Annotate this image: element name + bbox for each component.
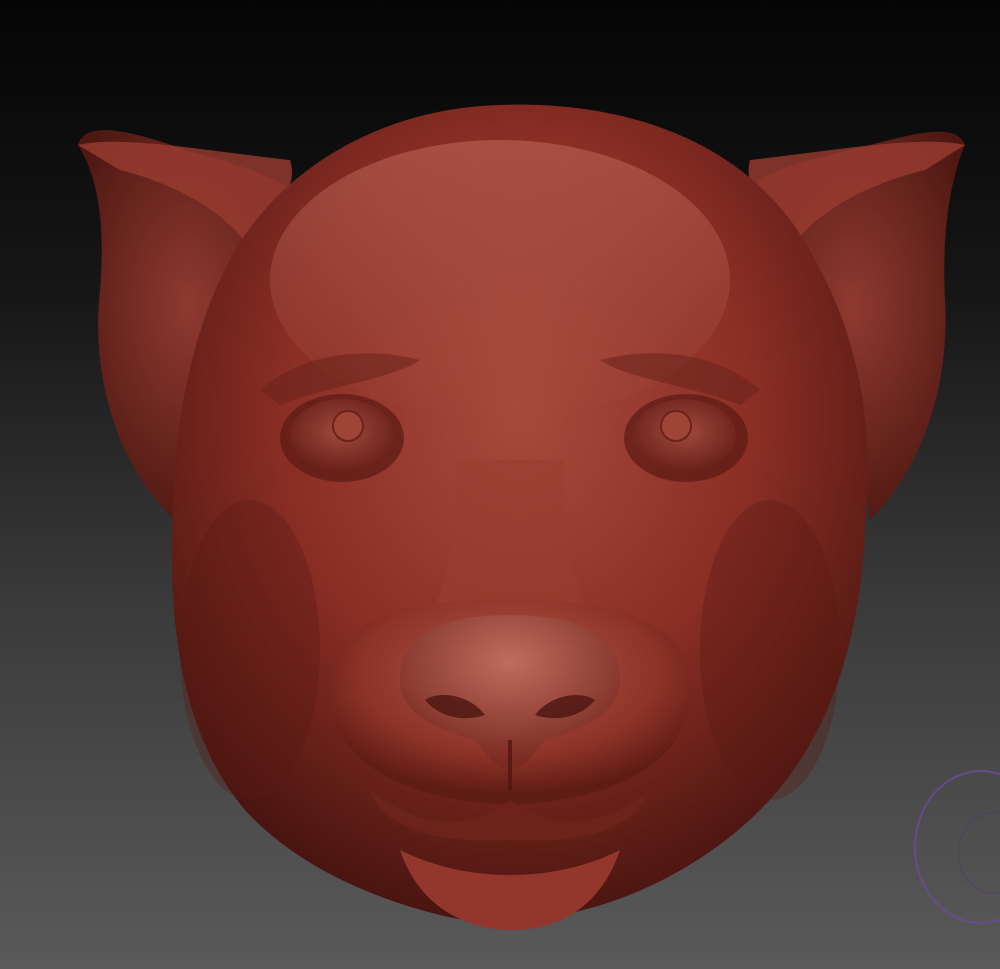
left-cheek-shadow <box>180 500 320 800</box>
right-eye-pupil <box>660 410 692 442</box>
right-cheek-shadow <box>700 500 840 800</box>
canvas-viewport[interactable] <box>0 0 1000 969</box>
sculpted-feline-head-icon[interactable] <box>0 0 1000 969</box>
left-eye-pupil <box>332 410 364 442</box>
